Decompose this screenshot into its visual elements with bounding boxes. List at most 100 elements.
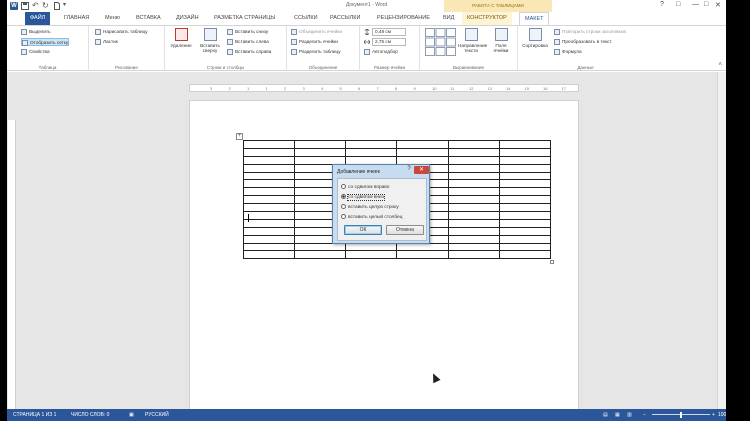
table-cell[interactable] [242, 250, 296, 260]
table-cell[interactable] [447, 171, 500, 181]
table-cell[interactable] [498, 242, 552, 252]
help-icon[interactable]: ? [660, 1, 664, 8]
table-cell[interactable] [242, 211, 296, 220]
radio-shift-right[interactable] [341, 184, 346, 190]
option-shift-down[interactable]: со сдвигом вниз [341, 194, 385, 201]
dialog-help-button[interactable]: ? [404, 166, 414, 174]
table-cell[interactable] [345, 140, 398, 149]
table-cell[interactable] [498, 155, 552, 165]
table-cell[interactable] [242, 163, 296, 173]
vertical-scrollbar[interactable] [717, 72, 726, 409]
table-cell[interactable] [498, 187, 552, 197]
table-cell[interactable] [498, 203, 552, 213]
radio-shift-down[interactable] [341, 194, 346, 200]
sort-button[interactable]: Сортировка [520, 28, 550, 48]
table-cell[interactable] [242, 140, 296, 149]
tab-view[interactable]: ВИД [438, 12, 459, 25]
properties-button[interactable]: Свойства [21, 48, 50, 56]
repeat-header-rows-button[interactable]: Повторить строки заголовков [554, 28, 626, 36]
table-move-handle[interactable]: + [236, 133, 243, 140]
vertical-ruler[interactable] [8, 120, 16, 410]
minimize-icon[interactable]: — [692, 1, 699, 8]
formula-button[interactable]: Формула [554, 48, 582, 56]
table-cell[interactable] [242, 226, 296, 236]
delete-button[interactable]: Удаление [168, 28, 194, 48]
table-cell[interactable] [447, 179, 500, 189]
close-window-icon[interactable]: ✕ [715, 1, 721, 9]
table-cell[interactable] [242, 179, 296, 189]
table-cell[interactable] [447, 187, 500, 197]
option-insert-row[interactable]: вставить целую строку [341, 204, 399, 211]
split-cells-button[interactable]: Разделить ячейки [291, 38, 338, 46]
tab-insert[interactable]: ВСТАВКА [131, 12, 166, 25]
table-cell[interactable] [345, 242, 398, 252]
tab-menu[interactable]: Меню [100, 12, 125, 25]
dialog-close-button[interactable]: ✕ [414, 166, 429, 174]
proofing-icon[interactable]: ▣ [129, 409, 134, 421]
web-layout-icon[interactable]: ▥ [627, 409, 632, 421]
table-cell[interactable] [242, 218, 296, 228]
table-cell[interactable] [447, 211, 500, 220]
select-button[interactable]: Выделить [21, 28, 51, 36]
option-insert-column[interactable]: вставить целый столбец [341, 214, 402, 221]
eraser-button[interactable]: Ластик [95, 38, 118, 46]
view-gridlines-button[interactable]: Отобразить сетку [21, 38, 70, 46]
table-cell[interactable] [447, 163, 500, 173]
tab-file[interactable]: ФАЙЛ [25, 12, 51, 25]
table-cell[interactable] [396, 250, 449, 260]
tab-table-layout[interactable]: МАКЕТ [519, 12, 550, 25]
table-cell[interactable] [447, 140, 500, 149]
tab-review[interactable]: РЕЦЕНЗИРОВАНИЕ [372, 12, 435, 25]
table-cell[interactable] [498, 140, 552, 149]
cancel-button[interactable]: Отмена [386, 225, 424, 235]
table-cell[interactable] [396, 140, 449, 149]
tab-design[interactable]: ДИЗАЙН [171, 12, 204, 25]
print-layout-icon[interactable]: ▦ [615, 409, 620, 421]
table-cell[interactable] [294, 140, 347, 149]
table-cell[interactable] [242, 147, 296, 157]
table-cell[interactable] [345, 147, 398, 157]
table-cell[interactable] [447, 147, 500, 157]
row-height-field[interactable]: 0,48 см [372, 28, 406, 36]
draw-table-button[interactable]: Нарисовать таблицу [95, 28, 148, 36]
tab-table-design[interactable]: КОНСТРУКТОР [462, 12, 512, 25]
table-cell[interactable] [242, 242, 296, 252]
radio-insert-row[interactable] [341, 204, 346, 210]
word-count[interactable]: ЧИСЛО СЛОВ: 0 [71, 409, 109, 421]
table-cell[interactable] [498, 171, 552, 181]
zoom-level[interactable]: 100% [718, 409, 726, 421]
zoom-slider-thumb[interactable] [680, 412, 682, 418]
table-cell[interactable] [396, 155, 449, 165]
table-resize-handle[interactable] [550, 260, 554, 264]
radio-insert-column[interactable] [341, 214, 346, 220]
tab-page-layout[interactable]: РАЗМЕТКА СТРАНИЦЫ [209, 12, 280, 25]
column-width-field[interactable]: 2,75 см [372, 38, 406, 46]
split-table-button[interactable]: Разделить таблицу [291, 48, 341, 56]
read-mode-icon[interactable]: ▤ [603, 409, 608, 421]
table-cell[interactable] [498, 211, 552, 220]
zoom-in-button[interactable]: + [712, 409, 715, 421]
table-cell[interactable] [396, 242, 449, 252]
language-indicator[interactable]: РУССКИЙ [145, 409, 169, 421]
table-cell[interactable] [294, 242, 347, 252]
table-cell[interactable] [447, 195, 500, 205]
table-cell[interactable] [498, 234, 552, 244]
table-cell[interactable] [242, 195, 296, 205]
table-cell[interactable] [242, 155, 296, 165]
table-cell[interactable] [498, 163, 552, 173]
maximize-icon[interactable]: □ [704, 1, 708, 8]
text-direction-button[interactable]: Направление текста [458, 28, 487, 53]
table-cell[interactable] [396, 147, 449, 157]
table-cell[interactable] [294, 250, 347, 260]
insert-above-button[interactable]: Вставить сверху [197, 28, 223, 53]
table-cell[interactable] [345, 155, 398, 165]
table-cell[interactable] [242, 187, 296, 197]
convert-to-text-button[interactable]: Преобразовать в текст [554, 38, 612, 46]
table-cell[interactable] [345, 250, 398, 260]
table-cell[interactable] [498, 226, 552, 236]
insert-right-button[interactable]: Вставить справа [227, 48, 271, 56]
zoom-out-button[interactable]: − [643, 409, 646, 421]
cell-margins-button[interactable]: Поля ячейки [488, 28, 514, 53]
table-cell[interactable] [294, 147, 347, 157]
table-cell[interactable] [498, 218, 552, 228]
